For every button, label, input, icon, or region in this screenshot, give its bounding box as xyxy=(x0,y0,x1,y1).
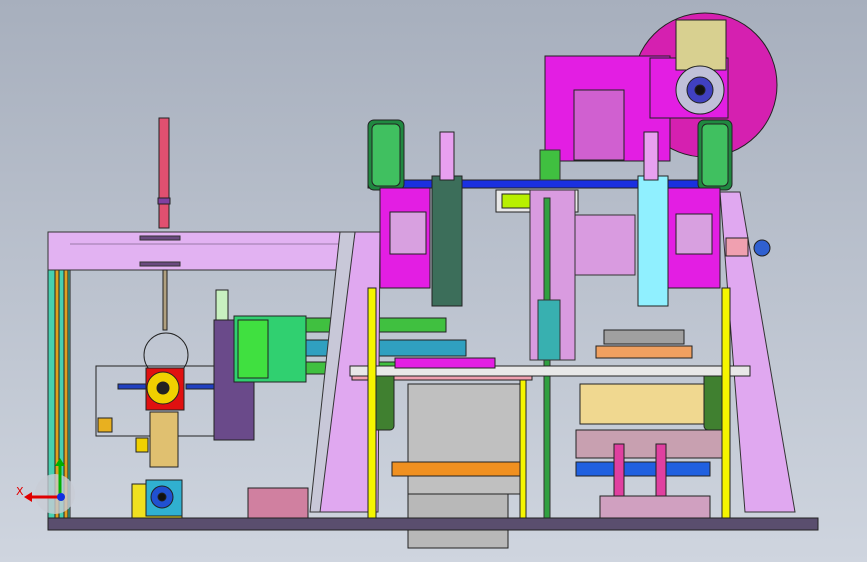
axis-x-label: X xyxy=(16,485,24,498)
left-base-block[interactable] xyxy=(131,479,183,519)
cad-viewport[interactable]: X xyxy=(0,0,867,562)
right-gear[interactable] xyxy=(725,237,771,257)
left-arm[interactable] xyxy=(47,231,349,271)
cad-assembly-view[interactable] xyxy=(0,0,867,562)
